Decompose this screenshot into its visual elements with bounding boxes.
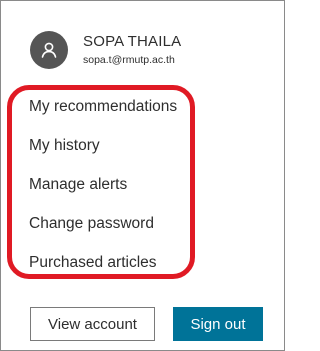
avatar: [30, 31, 68, 69]
account-dropdown-panel: SOPA THAILA sopa.t@rmutp.ac.th My recomm…: [0, 0, 285, 351]
user-name: SOPA THAILA: [83, 33, 182, 51]
user-email: sopa.t@rmutp.ac.th: [83, 54, 175, 67]
sign-out-button[interactable]: Sign out: [173, 307, 263, 341]
user-text: SOPA THAILA sopa.t@rmutp.ac.th: [83, 34, 181, 66]
user-info: SOPA THAILA sopa.t@rmutp.ac.th: [30, 31, 181, 69]
menu-item-manage-alerts[interactable]: Manage alerts: [29, 175, 177, 214]
menu-item-purchased-articles[interactable]: Purchased articles: [29, 253, 177, 292]
view-account-button[interactable]: View account: [30, 307, 155, 341]
menu-item-change-password[interactable]: Change password: [29, 214, 177, 253]
menu-item-my-history[interactable]: My history: [29, 136, 177, 175]
account-menu: My recommendations My history Manage ale…: [29, 97, 177, 292]
user-icon: [41, 42, 57, 58]
menu-item-my-recommendations[interactable]: My recommendations: [29, 97, 177, 136]
